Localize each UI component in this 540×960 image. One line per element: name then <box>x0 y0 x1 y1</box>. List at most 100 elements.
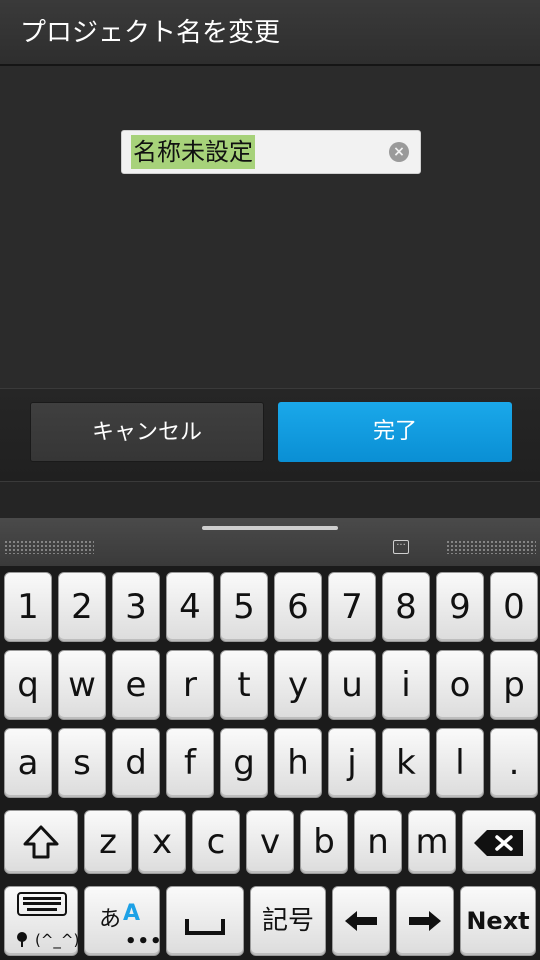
project-name-input[interactable]: 名称未設定 × <box>121 130 421 174</box>
drag-handle[interactable] <box>202 526 338 530</box>
key-label: x <box>151 822 173 862</box>
key-e[interactable]: e <box>112 650 160 720</box>
mic-icon <box>17 932 27 947</box>
key-9[interactable]: 9 <box>436 572 484 642</box>
clear-icon[interactable]: × <box>389 142 409 162</box>
dialog-title: プロジェクト名を変更 <box>20 18 281 48</box>
key-label: s <box>73 743 91 783</box>
divider-strip <box>0 482 540 518</box>
key-c[interactable]: c <box>192 810 240 874</box>
key-3[interactable]: 3 <box>112 572 160 642</box>
mode-hira-label: あ <box>99 907 122 932</box>
key-period[interactable]: . <box>490 728 538 798</box>
key-5[interactable]: 5 <box>220 572 268 642</box>
key-label: . <box>508 743 520 783</box>
key-n[interactable]: n <box>354 810 402 874</box>
shift-key[interactable] <box>4 810 78 874</box>
key-v[interactable]: v <box>246 810 294 874</box>
key-s[interactable]: s <box>58 728 106 798</box>
key-label: t <box>237 665 251 705</box>
key-label: b <box>313 822 335 862</box>
emoticon-label: (^_^) <box>35 931 80 949</box>
grip-dots-right <box>446 540 536 554</box>
symbols-label: 記号 <box>261 906 314 936</box>
key-k[interactable]: k <box>382 728 430 798</box>
key-m[interactable]: m <box>408 810 456 874</box>
right-arrow-icon <box>409 911 441 931</box>
key-o[interactable]: o <box>436 650 484 720</box>
more-dots-icon: ••• <box>125 931 163 952</box>
key-label: u <box>341 665 363 705</box>
key-2[interactable]: 2 <box>58 572 106 642</box>
key-label: l <box>455 743 465 783</box>
done-button[interactable]: 完了 <box>278 402 512 462</box>
key-7[interactable]: 7 <box>328 572 376 642</box>
key-8[interactable]: 8 <box>382 572 430 642</box>
keyboard-menu-icon[interactable]: ··· <box>393 540 409 554</box>
key-y[interactable]: y <box>274 650 322 720</box>
key-a[interactable]: a <box>4 728 52 798</box>
project-name-value: 名称未設定 <box>131 135 255 169</box>
key-label: a <box>17 743 39 783</box>
input-mode-key[interactable]: あ A ••• <box>84 886 163 956</box>
key-label: p <box>503 665 525 705</box>
key-h[interactable]: h <box>274 728 322 798</box>
next-key[interactable]: Next <box>460 886 536 956</box>
key-x[interactable]: x <box>138 810 186 874</box>
key-label: y <box>287 665 309 705</box>
key-label: v <box>259 822 281 862</box>
key-f[interactable]: f <box>166 728 214 798</box>
mode-alpha-label: A <box>123 901 141 926</box>
key-label: z <box>99 822 117 862</box>
backspace-icon <box>474 830 523 856</box>
key-l[interactable]: l <box>436 728 484 798</box>
key-label: d <box>125 743 147 783</box>
space-key[interactable] <box>166 886 244 956</box>
key-label: w <box>68 665 96 705</box>
key-label: 1 <box>17 587 39 627</box>
key-z[interactable]: z <box>84 810 132 874</box>
key-t[interactable]: t <box>220 650 268 720</box>
key-label: c <box>206 822 226 862</box>
soft-keyboard: ··· 1234567890 qwertyuiop asdfghjkl. zxc… <box>0 518 540 960</box>
key-w[interactable]: w <box>58 650 106 720</box>
key-1[interactable]: 1 <box>4 572 52 642</box>
key-p[interactable]: p <box>490 650 538 720</box>
key-label: q <box>17 665 39 705</box>
key-b[interactable]: b <box>300 810 348 874</box>
key-label: k <box>396 743 416 783</box>
grip-dots-left <box>4 540 94 554</box>
key-6[interactable]: 6 <box>274 572 322 642</box>
button-bar: キャンセル 完了 <box>0 388 540 482</box>
right-arrow-key[interactable] <box>396 886 454 956</box>
next-label: Next <box>466 907 530 935</box>
key-0[interactable]: 0 <box>490 572 538 642</box>
key-label: f <box>184 743 196 783</box>
backspace-key[interactable] <box>462 810 536 874</box>
key-label: e <box>125 665 147 705</box>
cancel-button[interactable]: キャンセル <box>30 402 264 462</box>
key-label: 3 <box>125 587 147 627</box>
emoticon-key[interactable]: (^_^) <box>4 886 80 956</box>
key-i[interactable]: i <box>382 650 430 720</box>
key-g[interactable]: g <box>220 728 268 798</box>
key-label: j <box>347 743 357 783</box>
symbols-key[interactable]: 記号 <box>250 886 326 956</box>
key-4[interactable]: 4 <box>166 572 214 642</box>
left-arrow-icon <box>345 911 377 931</box>
title-bar: プロジェクト名を変更 <box>0 0 540 66</box>
key-j[interactable]: j <box>328 728 376 798</box>
key-r[interactable]: r <box>166 650 214 720</box>
key-label: g <box>233 743 255 783</box>
key-u[interactable]: u <box>328 650 376 720</box>
keyboard-header: ··· <box>0 518 540 566</box>
key-label: 2 <box>71 587 93 627</box>
key-d[interactable]: d <box>112 728 160 798</box>
key-q[interactable]: q <box>4 650 52 720</box>
key-label: r <box>183 665 197 705</box>
key-label: 6 <box>287 587 309 627</box>
left-arrow-key[interactable] <box>332 886 390 956</box>
key-label: n <box>367 822 389 862</box>
key-label: 9 <box>449 587 471 627</box>
key-label: 4 <box>179 587 201 627</box>
